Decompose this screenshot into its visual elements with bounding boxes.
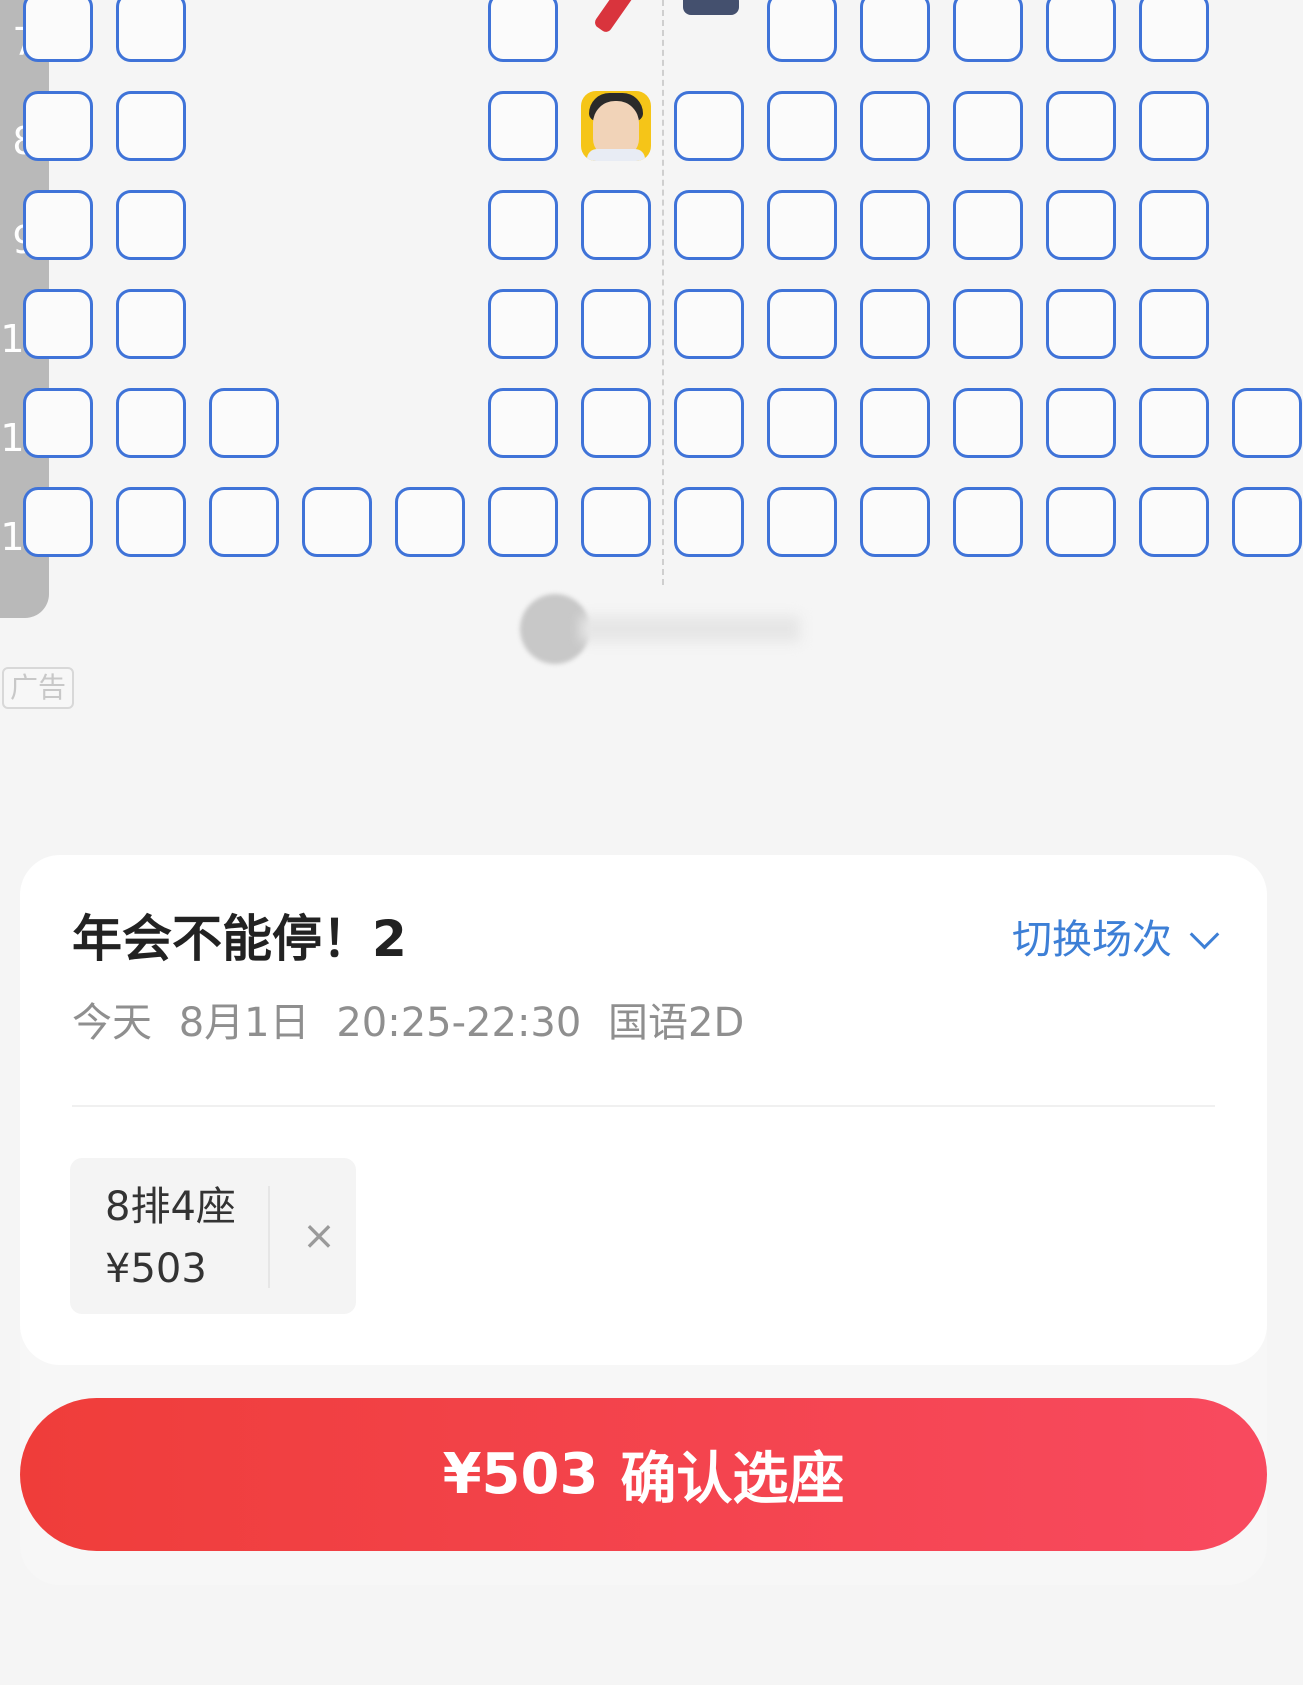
seat-map[interactable]: 789101112 广告 <box>0 0 1303 760</box>
seat-available[interactable] <box>860 0 930 62</box>
seat-available[interactable] <box>953 0 1023 62</box>
seat-available[interactable] <box>209 388 279 458</box>
seat-available[interactable] <box>488 0 558 62</box>
seat-sold <box>674 0 744 62</box>
avatar-shirt <box>587 149 645 161</box>
seat-available[interactable] <box>767 487 837 557</box>
seat-available[interactable] <box>674 289 744 359</box>
seat-available[interactable] <box>1046 388 1116 458</box>
switch-showtime-button[interactable]: 切换场次 <box>1012 910 1220 970</box>
seat-selected[interactable] <box>581 91 651 161</box>
seat-available[interactable] <box>116 0 186 62</box>
seat-available[interactable] <box>860 388 930 458</box>
seat-available[interactable] <box>1232 487 1302 557</box>
center-line <box>662 0 664 585</box>
confirm-seat-button[interactable]: ¥503 确认选座 <box>20 1398 1267 1551</box>
seat-available[interactable] <box>1046 0 1116 62</box>
seat-available[interactable] <box>674 487 744 557</box>
seat-available[interactable] <box>767 91 837 161</box>
loading-bar <box>580 616 800 642</box>
seat-available[interactable] <box>767 289 837 359</box>
seat-available[interactable] <box>1139 487 1209 557</box>
seat-available[interactable] <box>860 91 930 161</box>
seat-available[interactable] <box>1139 91 1209 161</box>
seat-available[interactable] <box>488 388 558 458</box>
seat-available[interactable] <box>1046 487 1116 557</box>
seat-available[interactable] <box>953 190 1023 260</box>
seat-available[interactable] <box>860 487 930 557</box>
seat-available[interactable] <box>116 190 186 260</box>
seat-available[interactable] <box>302 487 372 557</box>
seat-available[interactable] <box>581 289 651 359</box>
seat-available[interactable] <box>116 487 186 557</box>
switch-showtime-label: 切换场次 <box>1012 917 1172 963</box>
seat-available[interactable] <box>23 0 93 62</box>
seat-available[interactable] <box>953 91 1023 161</box>
seat-available[interactable] <box>674 91 744 161</box>
seat-available[interactable] <box>23 487 93 557</box>
selected-seat-chip: 8排4座 ¥503 × <box>70 1158 356 1314</box>
seat-available[interactable] <box>116 388 186 458</box>
seat-available[interactable] <box>674 190 744 260</box>
seat-available[interactable] <box>860 289 930 359</box>
seat-available[interactable] <box>674 388 744 458</box>
seat-available[interactable] <box>581 388 651 458</box>
seat-available[interactable] <box>23 190 93 260</box>
seat-available[interactable] <box>23 91 93 161</box>
seat-sold <box>581 0 651 62</box>
seat-available[interactable] <box>1046 289 1116 359</box>
chip-divider <box>268 1186 270 1288</box>
close-icon: × <box>302 1213 336 1259</box>
chevron-down-icon <box>1189 919 1220 949</box>
seat-available[interactable] <box>488 289 558 359</box>
seat-available[interactable] <box>488 91 558 161</box>
seat-available[interactable] <box>767 0 837 62</box>
seat-available[interactable] <box>1232 388 1302 458</box>
showtime-format: 国语2D <box>608 1000 745 1046</box>
seat-available[interactable] <box>488 487 558 557</box>
seat-available[interactable] <box>116 91 186 161</box>
seat-available[interactable] <box>1139 190 1209 260</box>
microphone-sticker-icon <box>592 0 646 35</box>
selected-seat-label: 8排4座 <box>105 1184 236 1230</box>
loading-indicator <box>520 594 800 664</box>
showtime-date: 8月1日 <box>178 1000 310 1046</box>
seat-available[interactable] <box>953 289 1023 359</box>
seat-available[interactable] <box>23 388 93 458</box>
seat-available[interactable] <box>1046 91 1116 161</box>
seat-available[interactable] <box>116 289 186 359</box>
showtime-day: 今天 <box>72 1000 152 1046</box>
ad-label: 广告 <box>2 667 75 709</box>
seat-available[interactable] <box>1139 289 1209 359</box>
confirm-label: 确认选座 <box>620 1447 845 1512</box>
movie-title: 年会不能停！2 <box>72 910 407 968</box>
seat-available[interactable] <box>1139 388 1209 458</box>
seat-available[interactable] <box>581 190 651 260</box>
showtime-time: 20:25-22:30 <box>336 1000 582 1046</box>
confirm-price: ¥503 <box>442 1442 599 1507</box>
seat-available[interactable] <box>209 487 279 557</box>
seat-available[interactable] <box>395 487 465 557</box>
seat-available[interactable] <box>767 388 837 458</box>
show-info-card: 年会不能停！2 切换场次 今天 8月1日 20:25-22:30 国语2D 8排… <box>20 855 1267 1365</box>
seat-available[interactable] <box>488 190 558 260</box>
seat-available[interactable] <box>767 190 837 260</box>
selected-seat-price: ¥503 <box>105 1246 207 1292</box>
seat-available[interactable] <box>1139 0 1209 62</box>
seat-available[interactable] <box>953 487 1023 557</box>
divider <box>72 1105 1215 1107</box>
seat-available[interactable] <box>860 190 930 260</box>
seat-available[interactable] <box>581 487 651 557</box>
character-sticker-icon <box>683 0 739 15</box>
seat-available[interactable] <box>23 289 93 359</box>
showtime-info: 今天 8月1日 20:25-22:30 国语2D <box>72 993 744 1053</box>
seat-available[interactable] <box>1046 190 1116 260</box>
seat-available[interactable] <box>953 388 1023 458</box>
remove-seat-button[interactable]: × <box>282 1158 356 1314</box>
